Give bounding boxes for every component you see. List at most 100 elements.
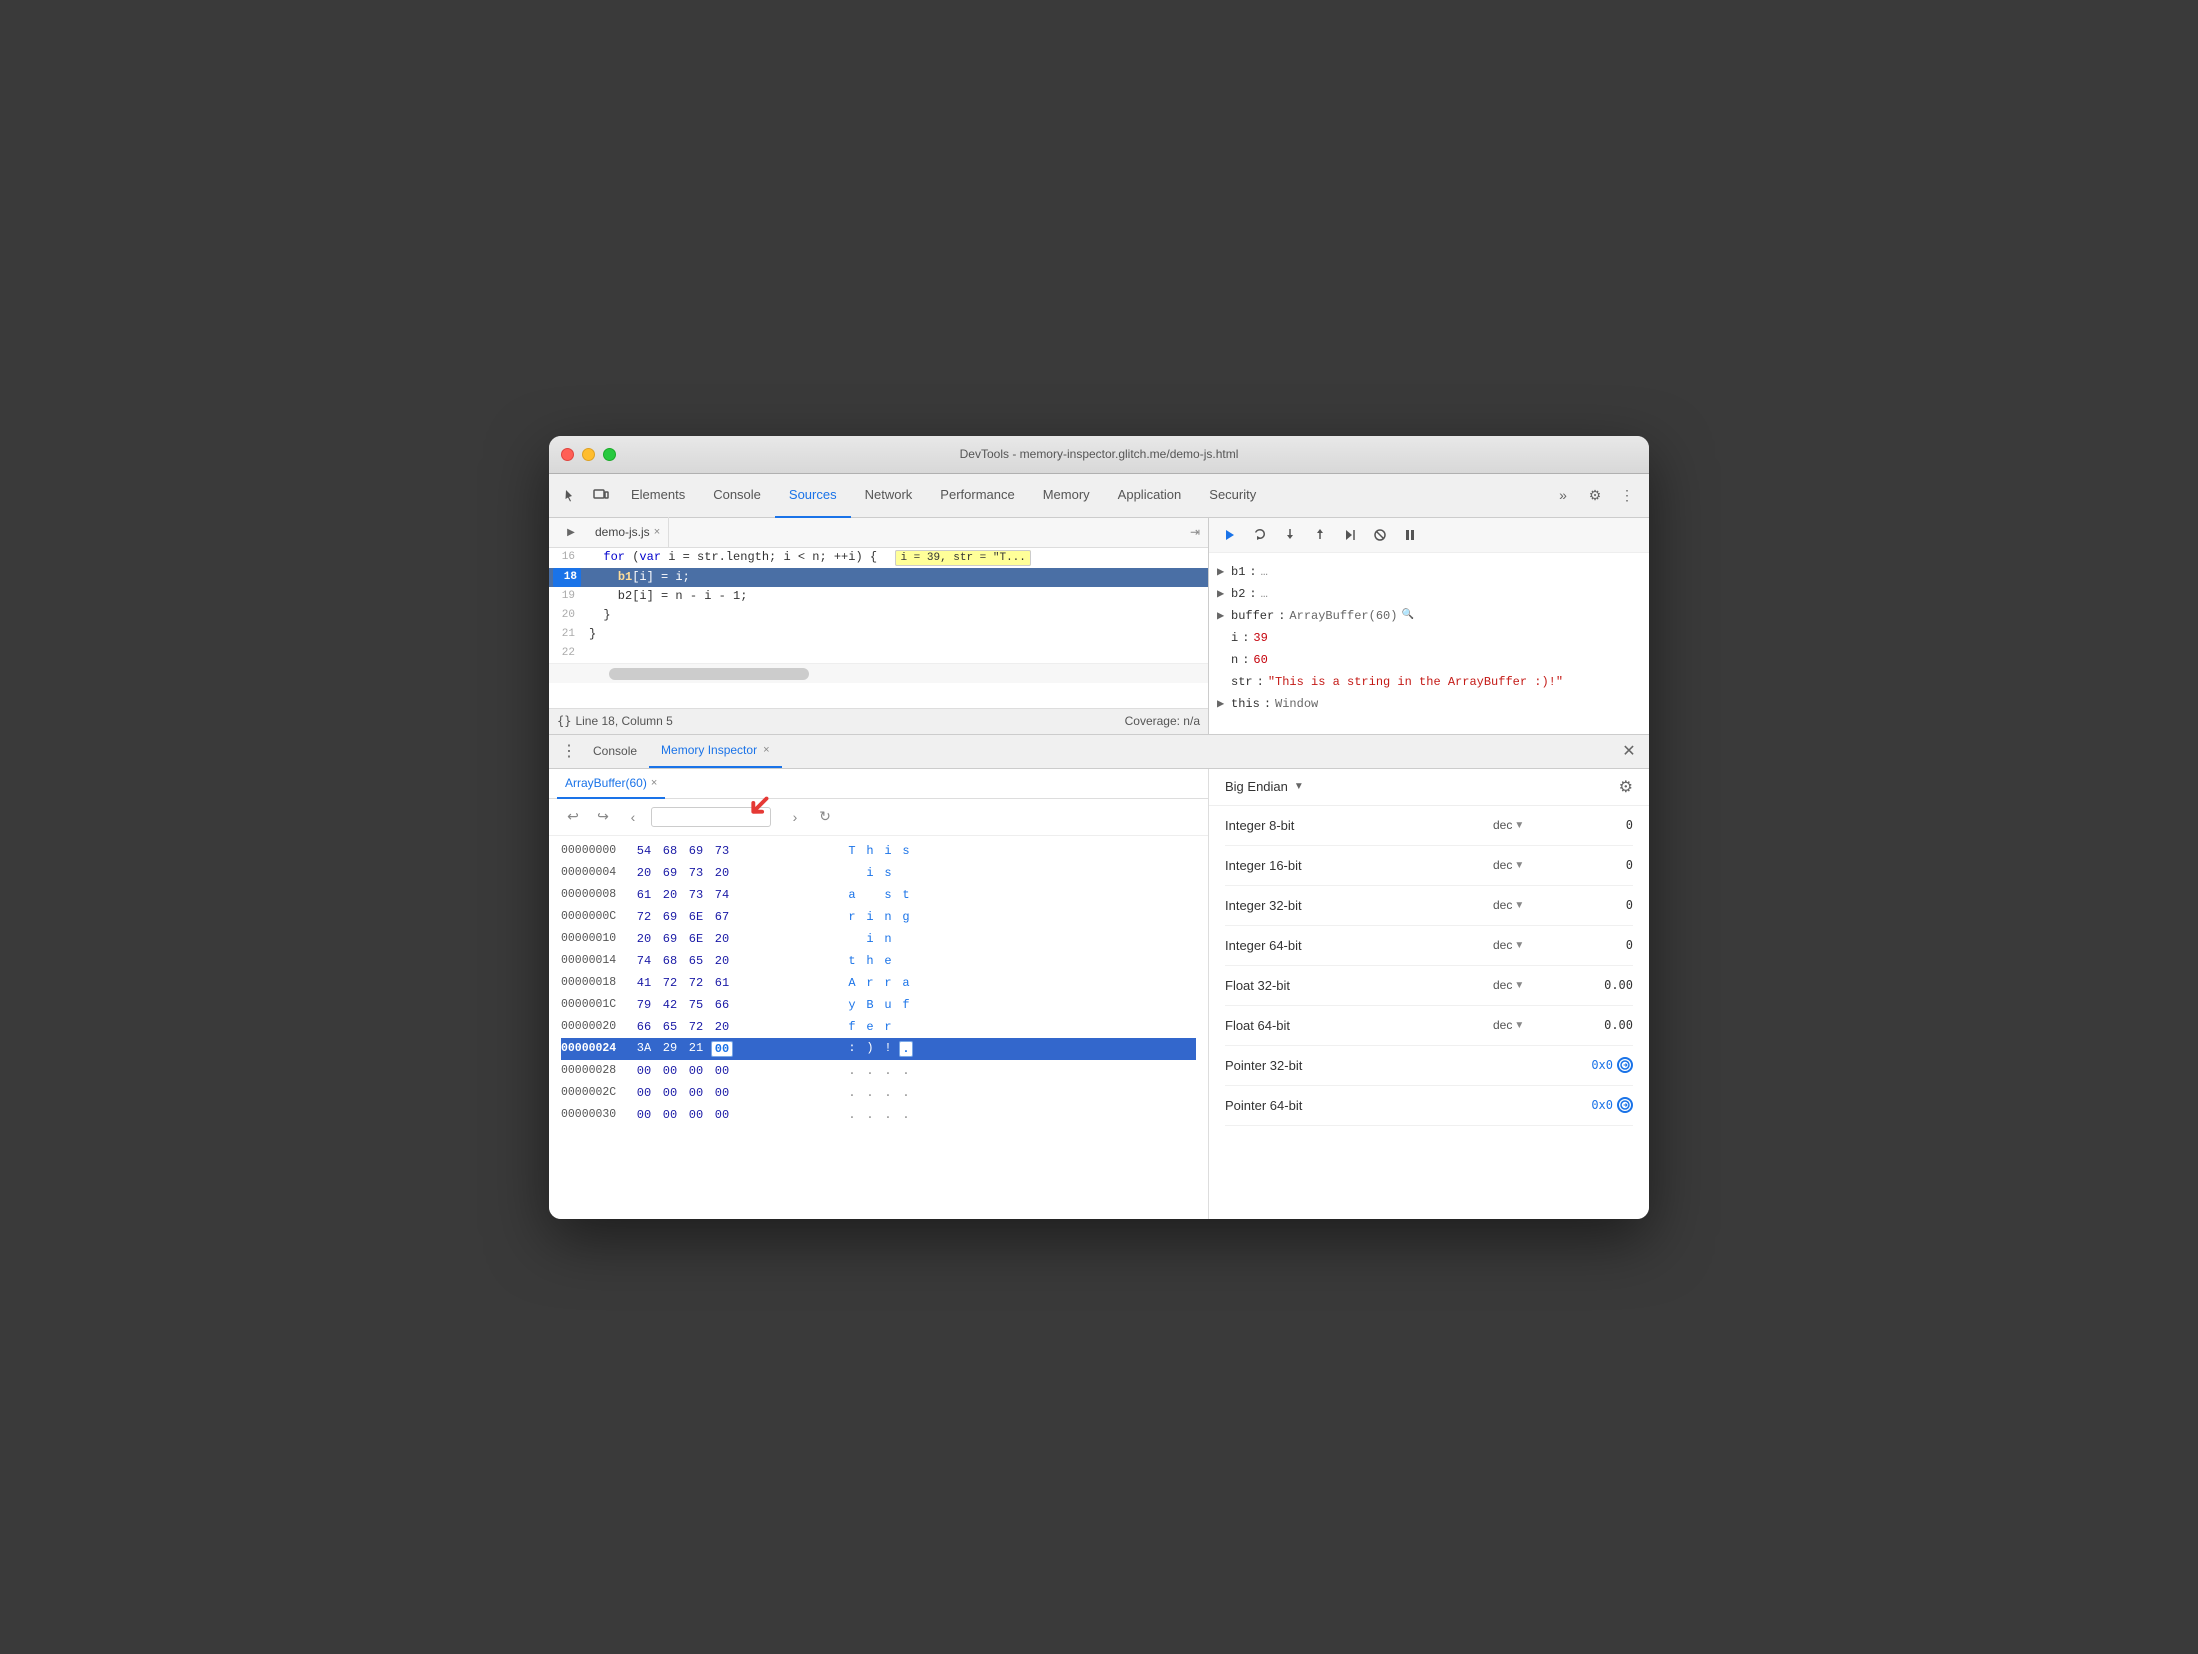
source-tab-close[interactable]: × [654,526,660,538]
scope-var-str: str : "This is a string in the ArrayBuff… [1217,671,1641,693]
step-btn[interactable] [1337,522,1363,548]
arraybuffer-tab[interactable]: ArrayBuffer(60) × [557,769,665,799]
close-panel-btn[interactable]: ✕ [1617,739,1641,763]
nav-right: » ⚙ ⋮ [1549,481,1641,509]
source-tab-bar: ▶ demo-js.js × ⇥ [549,518,1208,548]
float32-format-select[interactable]: dec ▼ [1493,978,1553,992]
int8-format-arrow: ▼ [1514,820,1524,831]
hex-refresh-btn[interactable]: ↻ [813,805,837,829]
source-expand-icon[interactable]: ▶ [557,518,585,546]
devtools-menu-btn[interactable]: ⋮ [1613,481,1641,509]
step-over-btn[interactable] [1247,522,1273,548]
tab-memory-inspector[interactable]: Memory Inspector × [649,734,781,768]
hex-row-8: 00000020 66 65 72 20 f e r [561,1016,1196,1038]
tab-console[interactable]: Console [699,474,775,518]
step-into-btn[interactable] [1277,522,1303,548]
value-row-int32: Integer 32-bit dec ▼ 0 [1225,886,1633,926]
value-settings-btn[interactable]: ⚙ [1619,777,1633,797]
memory-icon[interactable]: 🔍 [1401,607,1413,625]
tab-memory[interactable]: Memory [1029,474,1104,518]
hex-toolbar: ↩ ↪ ‹ 0x00000027 ➜ › ↻ [549,799,1208,836]
step-out-btn[interactable] [1307,522,1333,548]
editor-scrollbar[interactable] [549,663,1208,683]
hex-row-9: 00000024 3A 29 21 00 : ) ! . [561,1038,1196,1060]
source-filename: demo-js.js [595,525,650,539]
hex-next-btn[interactable]: › [783,805,807,829]
deactivate-breakpoints-btn[interactable] [1367,522,1393,548]
minimize-button[interactable] [582,448,595,461]
value-row-int16: Integer 16-bit dec ▼ 0 [1225,846,1633,886]
float64-format-arrow: ▼ [1514,1020,1524,1031]
resume-btn[interactable] [1217,522,1243,548]
tab-sources[interactable]: Sources [775,474,851,518]
maximize-button[interactable] [603,448,616,461]
value-row-int64: Integer 64-bit dec ▼ 0 [1225,926,1633,966]
ptr32-navigate-icon[interactable] [1617,1057,1633,1073]
arraybuffer-close[interactable]: × [651,777,657,789]
hex-row-12: 00000030 00 00 00 00 . . . . [561,1104,1196,1126]
hex-row-10: 00000028 00 00 00 00 . . . . [561,1060,1196,1082]
tab-network[interactable]: Network [851,474,927,518]
top-section: ▶ demo-js.js × ⇥ 16 for (var i = str.len… [549,518,1649,735]
ptr64-navigate-icon[interactable] [1617,1097,1633,1113]
curly-braces-icon: {} [557,714,571,728]
hex-back-btn[interactable]: ↩ [561,805,585,829]
scope-variables: ▶ b1 : … ▶ b2 : … ▶ buffer : ArrayBuffer… [1209,553,1649,723]
expand-b2-icon[interactable]: ▶ [1217,585,1231,603]
bottom-tabs: ⋮ Console Memory Inspector × ✕ [549,735,1649,769]
code-line-20: 21 } [549,625,1208,644]
int32-format-select[interactable]: dec ▼ [1493,898,1553,912]
hex-row-1: 00000004 20 69 73 20 i s [561,862,1196,884]
hex-row-11: 0000002C 00 00 00 00 . . . . [561,1082,1196,1104]
expand-this-icon[interactable]: ▶ [1217,695,1231,713]
cursor-icon-btn[interactable] [557,481,585,509]
tab-console-bottom[interactable]: Console [581,734,649,768]
code-line-18: 19 b2[i] = n - i - 1; [549,587,1208,606]
int16-format-select[interactable]: dec ▼ [1493,858,1553,872]
panel-menu-btn[interactable]: ⋮ [557,739,581,763]
device-toggle-btn[interactable] [587,481,615,509]
value-row-int8: Integer 8-bit dec ▼ 0 [1225,806,1633,846]
value-toolbar: Big Endian ▼ ⚙ [1209,769,1649,806]
arraybuffer-tabs: ArrayBuffer(60) × [549,769,1208,799]
endian-selector[interactable]: Big Endian ▼ [1225,779,1304,794]
source-file-tab[interactable]: demo-js.js × [587,517,669,547]
scope-var-buffer: ▶ buffer : ArrayBuffer(60) 🔍 [1217,605,1641,627]
devtools-nav: Elements Console Sources Network Perform… [549,474,1649,518]
status-left: {} Line 18, Column 5 [557,714,673,728]
traffic-lights [561,448,616,461]
float64-format-select[interactable]: dec ▼ [1493,1018,1553,1032]
code-editor: 16 for (var i = str.length; i < n; ++i) … [549,548,1208,708]
window-title: DevTools - memory-inspector.glitch.me/de… [960,447,1239,461]
int64-format-select[interactable]: dec ▼ [1493,938,1553,952]
hex-forward-btn[interactable]: ↪ [591,805,615,829]
float32-format-arrow: ▼ [1514,980,1524,991]
expand-buffer-icon[interactable]: ▶ [1217,607,1231,625]
hex-row-4: 00000010 20 69 6E 20 i n [561,928,1196,950]
source-more-btn[interactable]: ⇥ [1190,525,1200,539]
settings-icon-btn[interactable]: ⚙ [1581,481,1609,509]
int8-format-select[interactable]: dec ▼ [1493,818,1553,832]
hex-table: 00000000 54 68 69 73 T h i s [549,836,1208,1130]
pause-on-exceptions-btn[interactable] [1397,522,1423,548]
scope-var-i: i : 39 [1217,627,1641,649]
tab-security[interactable]: Security [1195,474,1270,518]
ptr64-link[interactable]: 0x0 [1591,1097,1633,1113]
status-bar: {} Line 18, Column 5 Coverage: n/a [549,708,1208,734]
tab-application[interactable]: Application [1104,474,1196,518]
hex-row-3: 0000000C 72 69 6E 67 r i n g [561,906,1196,928]
int64-format-arrow: ▼ [1514,940,1524,951]
scrollbar-thumb[interactable] [609,668,809,680]
hex-prev-btn[interactable]: ‹ [621,805,645,829]
scope-var-b1: ▶ b1 : … [1217,561,1641,583]
hex-row-5: 00000014 74 68 65 20 t h e [561,950,1196,972]
more-tabs-btn[interactable]: » [1549,481,1577,509]
close-button[interactable] [561,448,574,461]
memory-inspector-close[interactable]: × [763,744,769,756]
ptr32-link[interactable]: 0x0 [1591,1057,1633,1073]
expand-b1-icon[interactable]: ▶ [1217,563,1231,581]
tab-performance[interactable]: Performance [926,474,1028,518]
source-panel: ▶ demo-js.js × ⇥ 16 for (var i = str.len… [549,518,1209,734]
tab-elements[interactable]: Elements [617,474,699,518]
coverage-info: Coverage: n/a [1125,714,1200,728]
